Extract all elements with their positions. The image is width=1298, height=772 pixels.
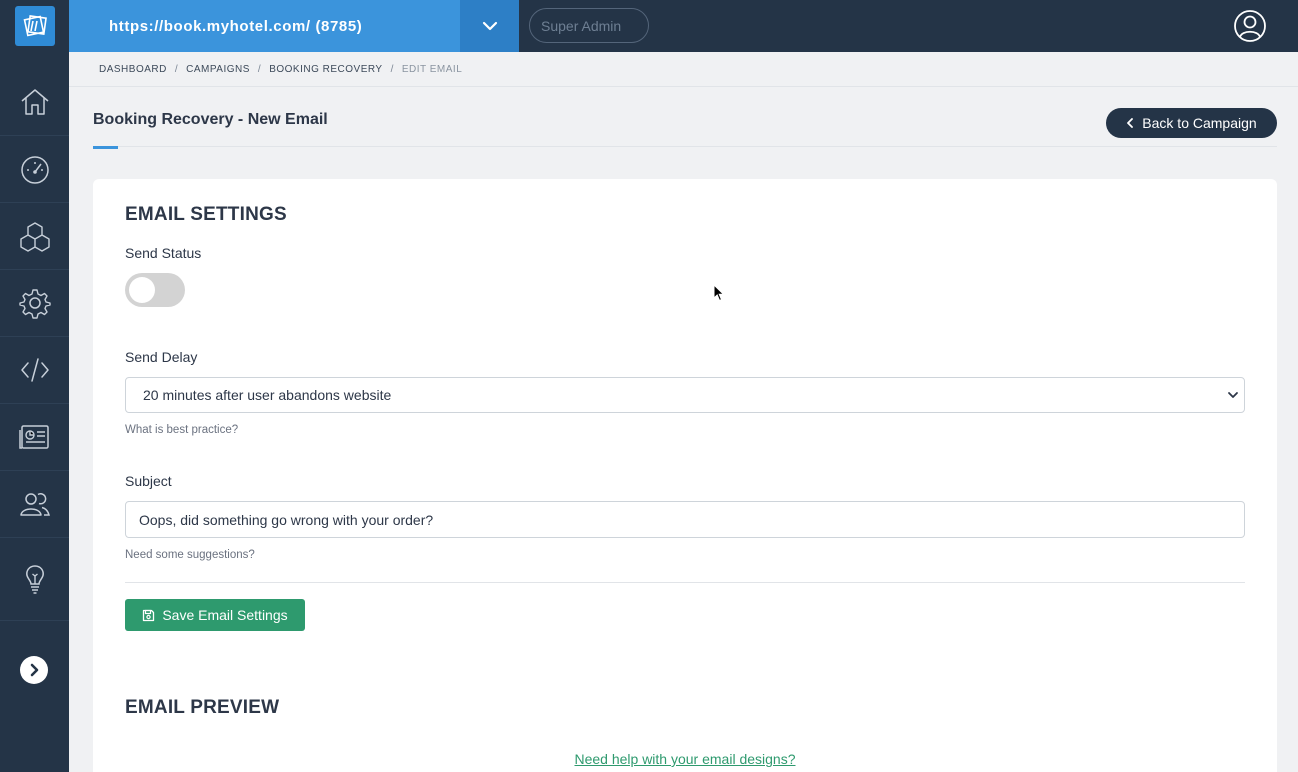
subject-label: Subject bbox=[125, 473, 172, 489]
logo-cell[interactable] bbox=[0, 0, 69, 52]
subject-value: Oops, did something go wrong with your o… bbox=[139, 511, 434, 528]
breadcrumb: DASHBOARD / CAMPAIGNS / BOOKING RECOVERY… bbox=[69, 52, 1298, 87]
send-delay-label: Send Delay bbox=[125, 349, 198, 365]
gear-icon bbox=[18, 289, 51, 319]
newspaper-icon bbox=[18, 425, 49, 449]
save-email-settings-button[interactable]: Save Email Settings bbox=[125, 599, 305, 631]
email-settings-heading: EMAIL SETTINGS bbox=[125, 204, 287, 225]
code-icon bbox=[20, 358, 49, 382]
sidebar-item-products[interactable] bbox=[0, 203, 69, 270]
breadcrumb-campaigns[interactable]: CAMPAIGNS bbox=[186, 64, 250, 75]
email-preview-heading: EMAIL PREVIEW bbox=[125, 697, 280, 718]
chevron-down-icon bbox=[1228, 392, 1238, 398]
send-delay-select[interactable]: 20 minutes after user abandons website bbox=[125, 377, 1245, 413]
email-design-help-link[interactable]: Need help with your email designs? bbox=[93, 751, 1277, 767]
send-status-toggle[interactable] bbox=[125, 273, 185, 307]
chevron-down-icon bbox=[482, 21, 497, 31]
breadcrumb-separator: / bbox=[390, 63, 394, 75]
back-to-campaign-button[interactable]: Back to Campaign bbox=[1106, 108, 1277, 138]
sidebar-item-code[interactable] bbox=[0, 337, 69, 404]
chevron-right-circle-icon bbox=[30, 663, 39, 677]
sidebar-item-users[interactable] bbox=[0, 471, 69, 538]
back-to-campaign-label: Back to Campaign bbox=[1142, 115, 1257, 131]
subject-input[interactable]: Oops, did something go wrong with your o… bbox=[125, 501, 1245, 538]
send-status-label: Send Status bbox=[125, 245, 202, 261]
sidebar bbox=[0, 52, 69, 772]
breadcrumb-separator: / bbox=[257, 63, 262, 75]
sidebar-item-settings[interactable] bbox=[0, 270, 69, 337]
dashboard-gauge-icon bbox=[20, 156, 49, 184]
chevron-left-icon bbox=[1127, 118, 1134, 128]
breadcrumb-separator: / bbox=[174, 63, 179, 75]
subject-help-link[interactable]: Need some suggestions? bbox=[125, 549, 255, 561]
send-delay-help-link[interactable]: What is best practice? bbox=[125, 424, 238, 436]
save-email-settings-label: Save Email Settings bbox=[162, 607, 288, 623]
users-icon bbox=[19, 493, 50, 516]
lightbulb-icon bbox=[25, 565, 44, 594]
user-circle-icon bbox=[1234, 10, 1266, 42]
sidebar-item-home[interactable] bbox=[0, 69, 69, 136]
site-url: https://book.myhotel.com/ (8785) bbox=[69, 0, 460, 52]
breadcrumb-current: EDIT EMAIL bbox=[401, 63, 463, 75]
sidebar-item-reports[interactable] bbox=[0, 404, 69, 471]
role-badge[interactable]: Super Admin bbox=[529, 8, 649, 43]
site-dropdown-button[interactable] bbox=[460, 0, 519, 52]
sidebar-item-dashboard[interactable] bbox=[0, 136, 69, 203]
boxes-icon bbox=[19, 222, 50, 252]
mouse-cursor-icon bbox=[713, 284, 725, 302]
toggle-knob bbox=[129, 277, 155, 303]
section-divider bbox=[125, 582, 1245, 583]
brand-logo-icon bbox=[14, 6, 55, 46]
breadcrumb-dashboard[interactable]: DASHBOARD bbox=[99, 64, 167, 75]
send-delay-value: 20 minutes after user abandons website bbox=[143, 387, 392, 403]
user-menu-button[interactable] bbox=[1233, 9, 1267, 43]
page-title: Booking Recovery - New Email bbox=[93, 111, 328, 128]
title-divider bbox=[93, 146, 1277, 147]
email-settings-card: EMAIL SETTINGS Send Status Send Delay 20… bbox=[93, 179, 1277, 772]
title-accent-underline bbox=[93, 146, 118, 149]
sidebar-item-ideas[interactable] bbox=[0, 538, 69, 621]
save-icon bbox=[143, 609, 155, 621]
home-icon bbox=[21, 89, 48, 115]
breadcrumb-booking-recovery[interactable]: BOOKING RECOVERY bbox=[269, 64, 382, 75]
sidebar-expand-button[interactable] bbox=[20, 656, 48, 684]
